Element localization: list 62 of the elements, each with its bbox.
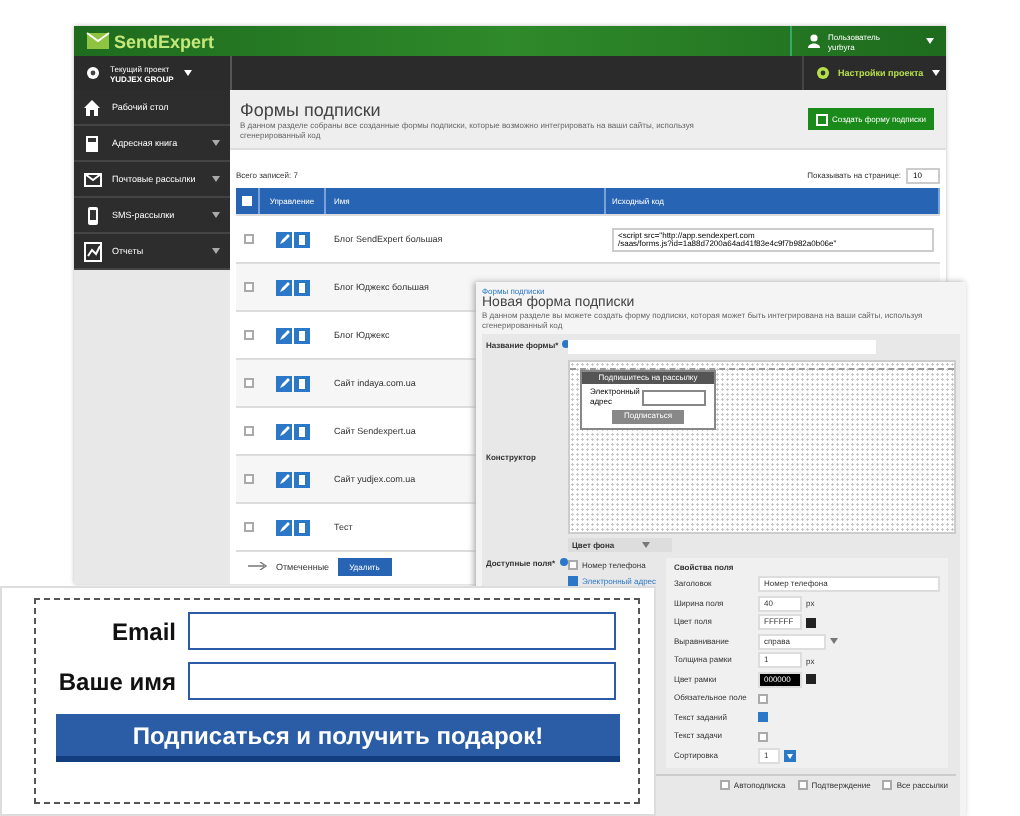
gear-icon xyxy=(86,66,100,80)
color-picker-icon xyxy=(806,617,816,628)
checkbox[interactable] xyxy=(882,779,893,790)
document-icon xyxy=(294,519,310,535)
logo: SendExpert xyxy=(114,31,215,51)
document-icon xyxy=(294,423,310,439)
checkbox[interactable] xyxy=(758,712,768,723)
house-icon xyxy=(84,97,102,117)
gear-icon xyxy=(816,66,830,80)
document-icon xyxy=(294,471,310,487)
caret-icon xyxy=(931,70,940,76)
row-checkbox[interactable] xyxy=(243,474,253,484)
name-input[interactable] xyxy=(568,340,876,355)
row-checkbox[interactable] xyxy=(243,426,253,436)
help-icon xyxy=(559,558,568,567)
caret-icon xyxy=(830,638,838,645)
caret-icon xyxy=(183,70,192,76)
row-checkbox[interactable] xyxy=(243,330,253,340)
caret-icon xyxy=(212,248,220,254)
caret-icon xyxy=(642,542,651,549)
chart-icon xyxy=(84,241,102,261)
caret-icon xyxy=(926,38,934,44)
checkbox[interactable] xyxy=(568,559,578,570)
arrow-button-icon xyxy=(784,749,796,762)
edit-icon xyxy=(276,519,292,535)
row-checkbox[interactable] xyxy=(243,282,253,292)
mini-input[interactable] xyxy=(642,389,706,406)
edit-icon xyxy=(276,327,292,343)
row-checkbox[interactable] xyxy=(243,522,253,532)
field-label: Ваше имя xyxy=(58,667,176,695)
document-icon xyxy=(294,327,310,343)
select-all-checkbox[interactable] xyxy=(242,196,252,206)
envelope-logo-icon xyxy=(86,32,110,50)
checkbox[interactable] xyxy=(758,731,768,742)
edit-icon xyxy=(276,423,292,439)
checkbox[interactable] xyxy=(758,693,768,704)
checkbox[interactable] xyxy=(568,575,578,586)
color-picker-icon xyxy=(806,674,816,685)
page-title: Формы подписки xyxy=(240,99,383,119)
edit-icon xyxy=(276,471,292,487)
arrow-icon xyxy=(248,562,268,570)
checkbox[interactable] xyxy=(797,779,808,790)
edit-icon xyxy=(276,231,292,247)
document-icon xyxy=(294,231,310,247)
caret-icon xyxy=(212,212,220,218)
row-checkbox[interactable] xyxy=(243,378,253,388)
phone-icon xyxy=(84,205,102,225)
checkbox[interactable] xyxy=(719,779,730,790)
caret-icon xyxy=(212,176,220,182)
document-icon xyxy=(294,375,310,391)
row-checkbox[interactable] xyxy=(243,234,253,244)
edit-icon xyxy=(276,279,292,295)
book-icon xyxy=(84,133,102,153)
document-icon xyxy=(294,279,310,295)
field-label: Email xyxy=(111,617,176,645)
user-icon xyxy=(808,34,820,48)
envelope-icon xyxy=(84,169,102,189)
input-field[interactable] xyxy=(188,612,616,650)
input-field[interactable] xyxy=(188,662,616,700)
edit-icon xyxy=(276,375,292,391)
subscribe-button[interactable]: Подписаться и получить подарок! xyxy=(56,714,620,762)
caret-icon xyxy=(212,140,220,146)
